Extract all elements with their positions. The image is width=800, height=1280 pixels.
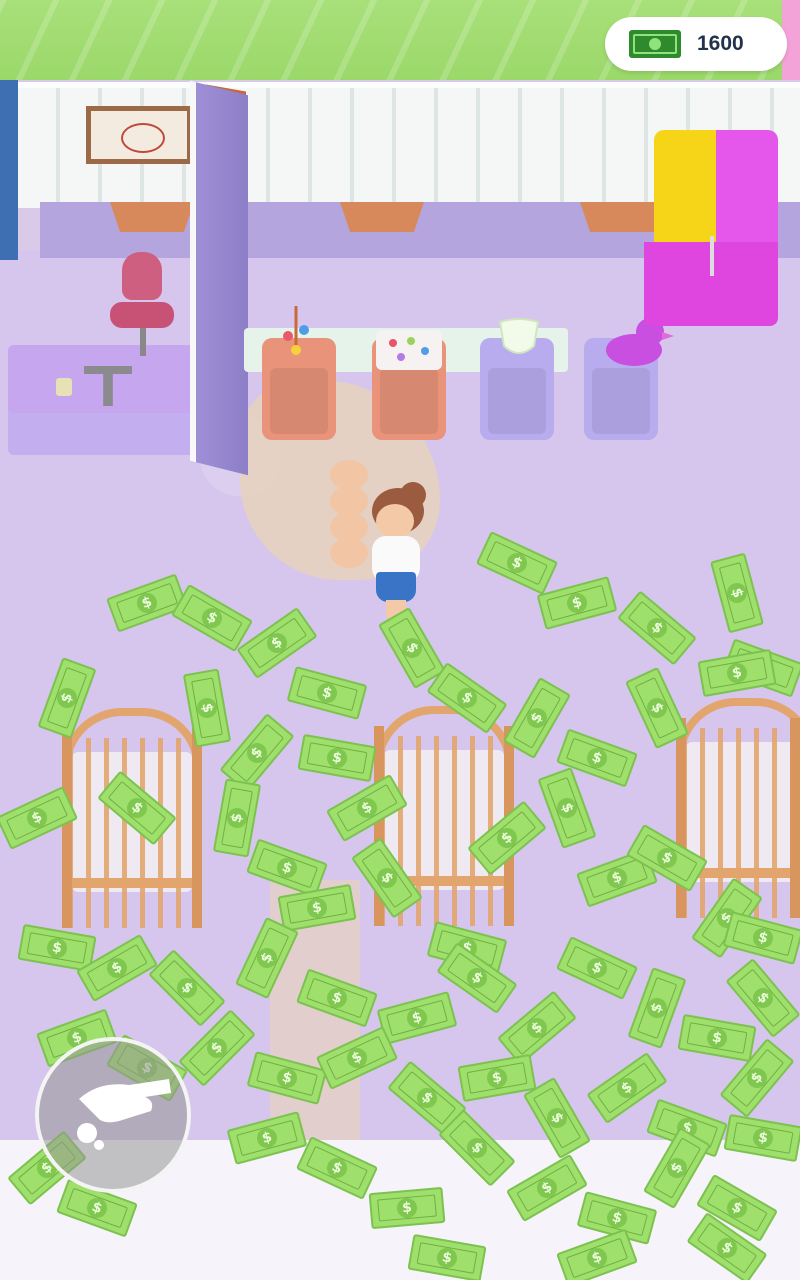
cash-counter: 1600 [605, 17, 787, 71]
supply-fridge[interactable] [644, 130, 778, 326]
room-partition [190, 80, 248, 476]
desk-cup [56, 378, 72, 396]
office-chair [110, 252, 176, 360]
wall-picture-frame [86, 106, 192, 164]
money-bill: $ [368, 1186, 446, 1230]
drop-action-button[interactable] [35, 1037, 191, 1193]
left-wall [0, 80, 18, 260]
hand-dropping-icon [77, 1079, 171, 1150]
cash-amount: 1600 [697, 32, 744, 55]
diaper-icon [498, 316, 540, 360]
toy-mobile-icon [276, 306, 316, 362]
nanny-character [320, 460, 440, 620]
blanket-icon [376, 330, 442, 370]
cash-banknote-icon [629, 30, 681, 58]
carried-babies [330, 460, 370, 580]
